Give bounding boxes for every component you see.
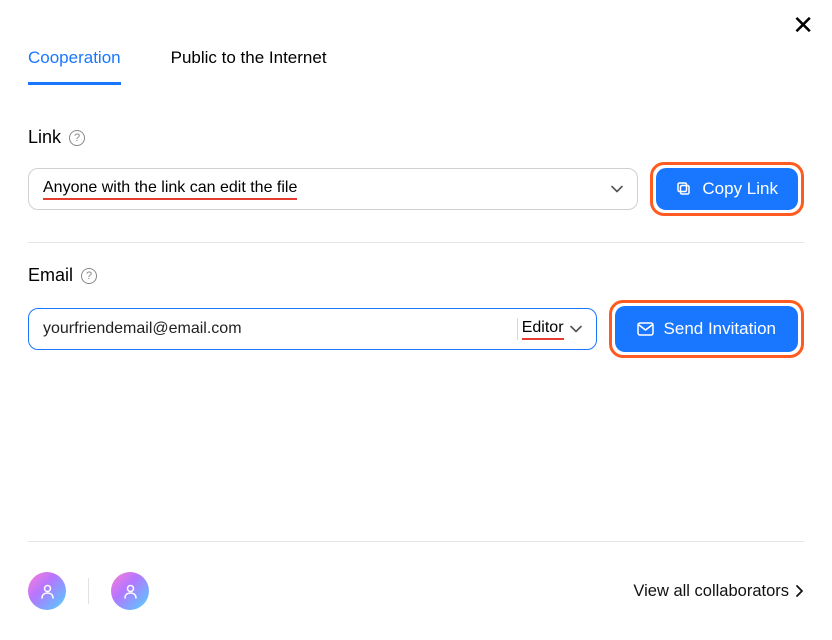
role-text: Editor (522, 319, 564, 340)
share-dialog: Cooperation Public to the Internet Link … (0, 0, 832, 358)
tab-public-internet[interactable]: Public to the Internet (171, 40, 327, 85)
link-help-icon[interactable]: ? (69, 130, 85, 146)
chevron-down-icon (570, 325, 582, 333)
link-label: Link (28, 127, 61, 148)
link-permission-text: Anyone with the link can edit the file (43, 179, 297, 200)
copy-link-button[interactable]: Copy Link (656, 168, 798, 210)
chevron-down-icon (611, 185, 623, 193)
role-select[interactable]: Editor (522, 319, 582, 340)
avatar-separator (88, 578, 89, 604)
email-help-icon[interactable]: ? (81, 268, 97, 284)
view-all-collaborators-link[interactable]: View all collaborators (633, 582, 804, 601)
person-icon (122, 583, 139, 600)
footer: View all collaborators (28, 541, 804, 610)
close-button[interactable]: ✕ (792, 12, 814, 38)
tab-cooperation[interactable]: Cooperation (28, 40, 121, 85)
collaborator-avatars (28, 572, 149, 610)
email-field-wrapper: Editor (28, 308, 597, 350)
close-icon: ✕ (792, 10, 814, 40)
email-label: Email (28, 265, 73, 286)
tabs: Cooperation Public to the Internet (28, 40, 804, 85)
avatar[interactable] (28, 572, 66, 610)
send-invitation-highlight: Send Invitation (609, 300, 804, 358)
view-all-label: View all collaborators (633, 582, 789, 601)
divider (28, 242, 804, 243)
send-invitation-button[interactable]: Send Invitation (615, 306, 798, 352)
avatar[interactable] (111, 572, 149, 610)
send-invitation-label: Send Invitation (664, 319, 776, 339)
role-separator (517, 318, 518, 340)
email-section: Email ? Editor Send Invitati (28, 265, 804, 358)
link-permission-select[interactable]: Anyone with the link can edit the file (28, 168, 638, 210)
email-input[interactable] (43, 320, 509, 338)
chevron-right-icon (795, 584, 804, 598)
person-icon (39, 583, 56, 600)
copy-icon (676, 181, 692, 197)
link-section: Link ? Anyone with the link can edit the… (28, 127, 804, 216)
copy-link-highlight: Copy Link (650, 162, 804, 216)
copy-link-label: Copy Link (702, 179, 778, 199)
footer-divider (28, 541, 804, 542)
mail-icon (637, 322, 654, 336)
